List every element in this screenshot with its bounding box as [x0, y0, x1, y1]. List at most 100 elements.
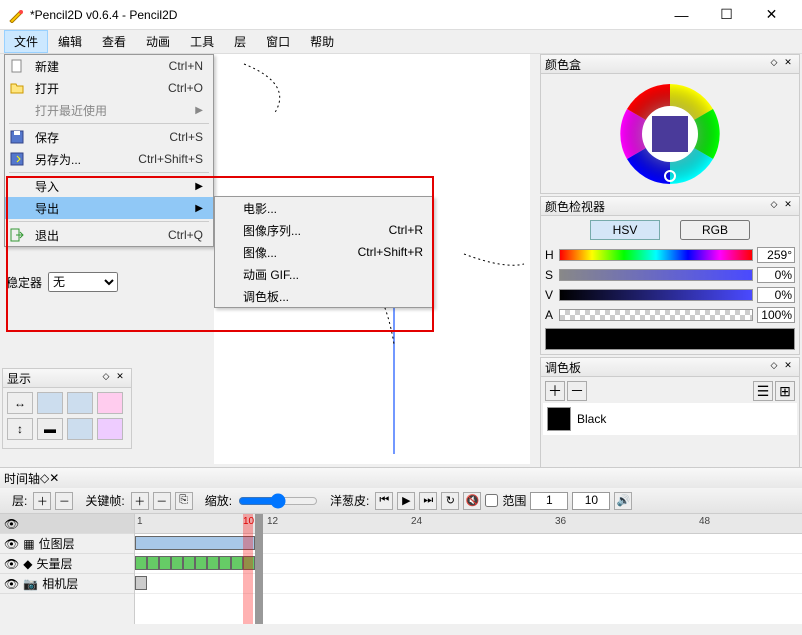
file-menu-dropdown: 新建 Ctrl+N 打开 Ctrl+O 打开最近使用 ▶ 保存 Ctrl+S 另… [4, 54, 214, 247]
close-panel-icon[interactable]: ✕ [781, 57, 795, 71]
undock-icon[interactable]: ◇ [99, 371, 113, 385]
save-icon [9, 129, 29, 145]
remove-layer-button[interactable]: － [55, 492, 73, 510]
clip[interactable] [207, 556, 219, 570]
sat-value[interactable]: 0% [757, 267, 795, 283]
menu-file[interactable]: 文件 [4, 30, 48, 53]
menu-tools[interactable]: 工具 [180, 30, 224, 53]
menu-exit[interactable]: 退出 Ctrl+Q [5, 224, 213, 246]
playhead[interactable] [243, 514, 253, 624]
close-panel-icon[interactable]: ✕ [49, 471, 59, 485]
palette-list-button[interactable]: ☰ [753, 381, 773, 401]
export-gif[interactable]: 动画 GIF... [215, 263, 433, 285]
hue-value[interactable]: 259° [757, 247, 795, 263]
onion-prev-button[interactable] [37, 392, 63, 414]
hue-slider[interactable] [559, 249, 753, 261]
sound-button[interactable]: 🔇 [463, 492, 481, 510]
export-palette[interactable]: 调色板... [215, 285, 433, 307]
menu-help[interactable]: 帮助 [300, 30, 344, 53]
dup-keyframe-button[interactable]: ⎘ [175, 492, 193, 510]
menu-window[interactable]: 窗口 [256, 30, 300, 53]
menu-animation[interactable]: 动画 [136, 30, 180, 53]
color-swatch [547, 407, 571, 431]
undock-icon[interactable]: ◇ [767, 199, 781, 213]
last-frame-button[interactable]: ⏭ [419, 492, 437, 510]
range-checkbox[interactable] [485, 494, 498, 507]
palette-item[interactable]: Black [543, 403, 797, 435]
remove-keyframe-button[interactable]: － [153, 492, 171, 510]
alpha-value[interactable]: 100% [757, 307, 795, 323]
clip[interactable] [195, 556, 207, 570]
menu-edit[interactable]: 编辑 [48, 30, 92, 53]
play-button[interactable]: ▶ [397, 492, 415, 510]
menu-open[interactable]: 打开 Ctrl+O [5, 77, 213, 99]
clip[interactable] [159, 556, 171, 570]
loop-button[interactable]: ↻ [441, 492, 459, 510]
layer-vector[interactable]: 👁◆矢量层 [0, 554, 134, 574]
clip[interactable] [135, 556, 147, 570]
rgb-tab[interactable]: RGB [680, 220, 750, 240]
add-keyframe-button[interactable]: ＋ [131, 492, 149, 510]
layer-camera[interactable]: 👁📷相机层 [0, 574, 134, 594]
timeline-track[interactable]: 1 10 12 24 36 48 [135, 514, 802, 624]
undock-icon[interactable]: ◇ [767, 360, 781, 374]
mirror-v-button[interactable]: ↕ [7, 418, 33, 440]
sat-slider[interactable] [559, 269, 753, 281]
menu-import[interactable]: 导入 ▶ [5, 175, 213, 197]
track-end-handle[interactable] [255, 514, 263, 624]
clip[interactable] [147, 556, 159, 570]
menu-recent[interactable]: 打开最近使用 ▶ [5, 99, 213, 121]
clip[interactable] [219, 556, 231, 570]
hsv-tab[interactable]: HSV [590, 220, 660, 240]
val-value[interactable]: 0% [757, 287, 795, 303]
menu-save[interactable]: 保存 Ctrl+S [5, 126, 213, 148]
inspector-title: 颜色检视器 [545, 198, 767, 215]
menu-view[interactable]: 查看 [92, 30, 136, 53]
palette-title: 调色板 [545, 359, 767, 376]
close-panel-icon[interactable]: ✕ [781, 360, 795, 374]
undock-icon[interactable]: ◇ [40, 471, 49, 485]
export-imgseq[interactable]: 图像序列...Ctrl+R [215, 219, 433, 241]
undock-icon[interactable]: ◇ [767, 57, 781, 71]
menu-export[interactable]: 导出 ▶ [5, 197, 213, 219]
mirror-h-button[interactable]: ↔ [7, 392, 33, 414]
menu-new[interactable]: 新建 Ctrl+N [5, 55, 213, 77]
alpha-slider[interactable] [559, 309, 753, 321]
close-panel-icon[interactable]: ✕ [781, 199, 795, 213]
palette-grid-button[interactable]: ⊞ [775, 381, 795, 401]
menu-saveas[interactable]: 另存为... Ctrl+Shift+S [5, 148, 213, 170]
clip[interactable] [183, 556, 195, 570]
first-frame-button[interactable]: ⏮ [375, 492, 393, 510]
onion-blue-button[interactable] [97, 392, 123, 414]
stabilizer-select[interactable]: 无 [48, 272, 118, 292]
speaker-button[interactable]: 🔊 [614, 492, 632, 510]
export-movie[interactable]: 电影... [215, 197, 433, 219]
color-wheel[interactable] [615, 79, 725, 189]
clip[interactable] [135, 576, 147, 590]
clip[interactable] [171, 556, 183, 570]
clip[interactable] [135, 536, 255, 550]
range-from[interactable]: 1 [530, 492, 568, 510]
val-slider[interactable] [559, 289, 753, 301]
add-layer-button[interactable]: ＋ [33, 492, 51, 510]
clip[interactable] [231, 556, 243, 570]
export-image[interactable]: 图像...Ctrl+Shift+R [215, 241, 433, 263]
zoom-slider[interactable] [238, 493, 318, 509]
onion-next-button[interactable] [67, 392, 93, 414]
camera-icon: 📷 [23, 577, 38, 591]
thin-lines-button[interactable]: ▬ [37, 418, 63, 440]
layer-bitmap[interactable]: 👁▦位图层 [0, 534, 134, 554]
range-to[interactable]: 10 [572, 492, 610, 510]
maximize-button[interactable]: ☐ [704, 0, 749, 30]
menu-layer[interactable]: 层 [224, 30, 256, 53]
overlay-button[interactable] [97, 418, 123, 440]
minimize-button[interactable]: — [659, 0, 704, 30]
chevron-right-icon: ▶ [195, 105, 203, 116]
timeline-title: 时间轴 [4, 470, 40, 487]
outlines-button[interactable] [67, 418, 93, 440]
remove-color-button[interactable]: － [567, 381, 587, 401]
close-panel-icon[interactable]: ✕ [113, 371, 127, 385]
layer-header: 👁 [0, 514, 134, 534]
add-color-button[interactable]: ＋ [545, 381, 565, 401]
close-button[interactable]: ✕ [749, 0, 794, 30]
